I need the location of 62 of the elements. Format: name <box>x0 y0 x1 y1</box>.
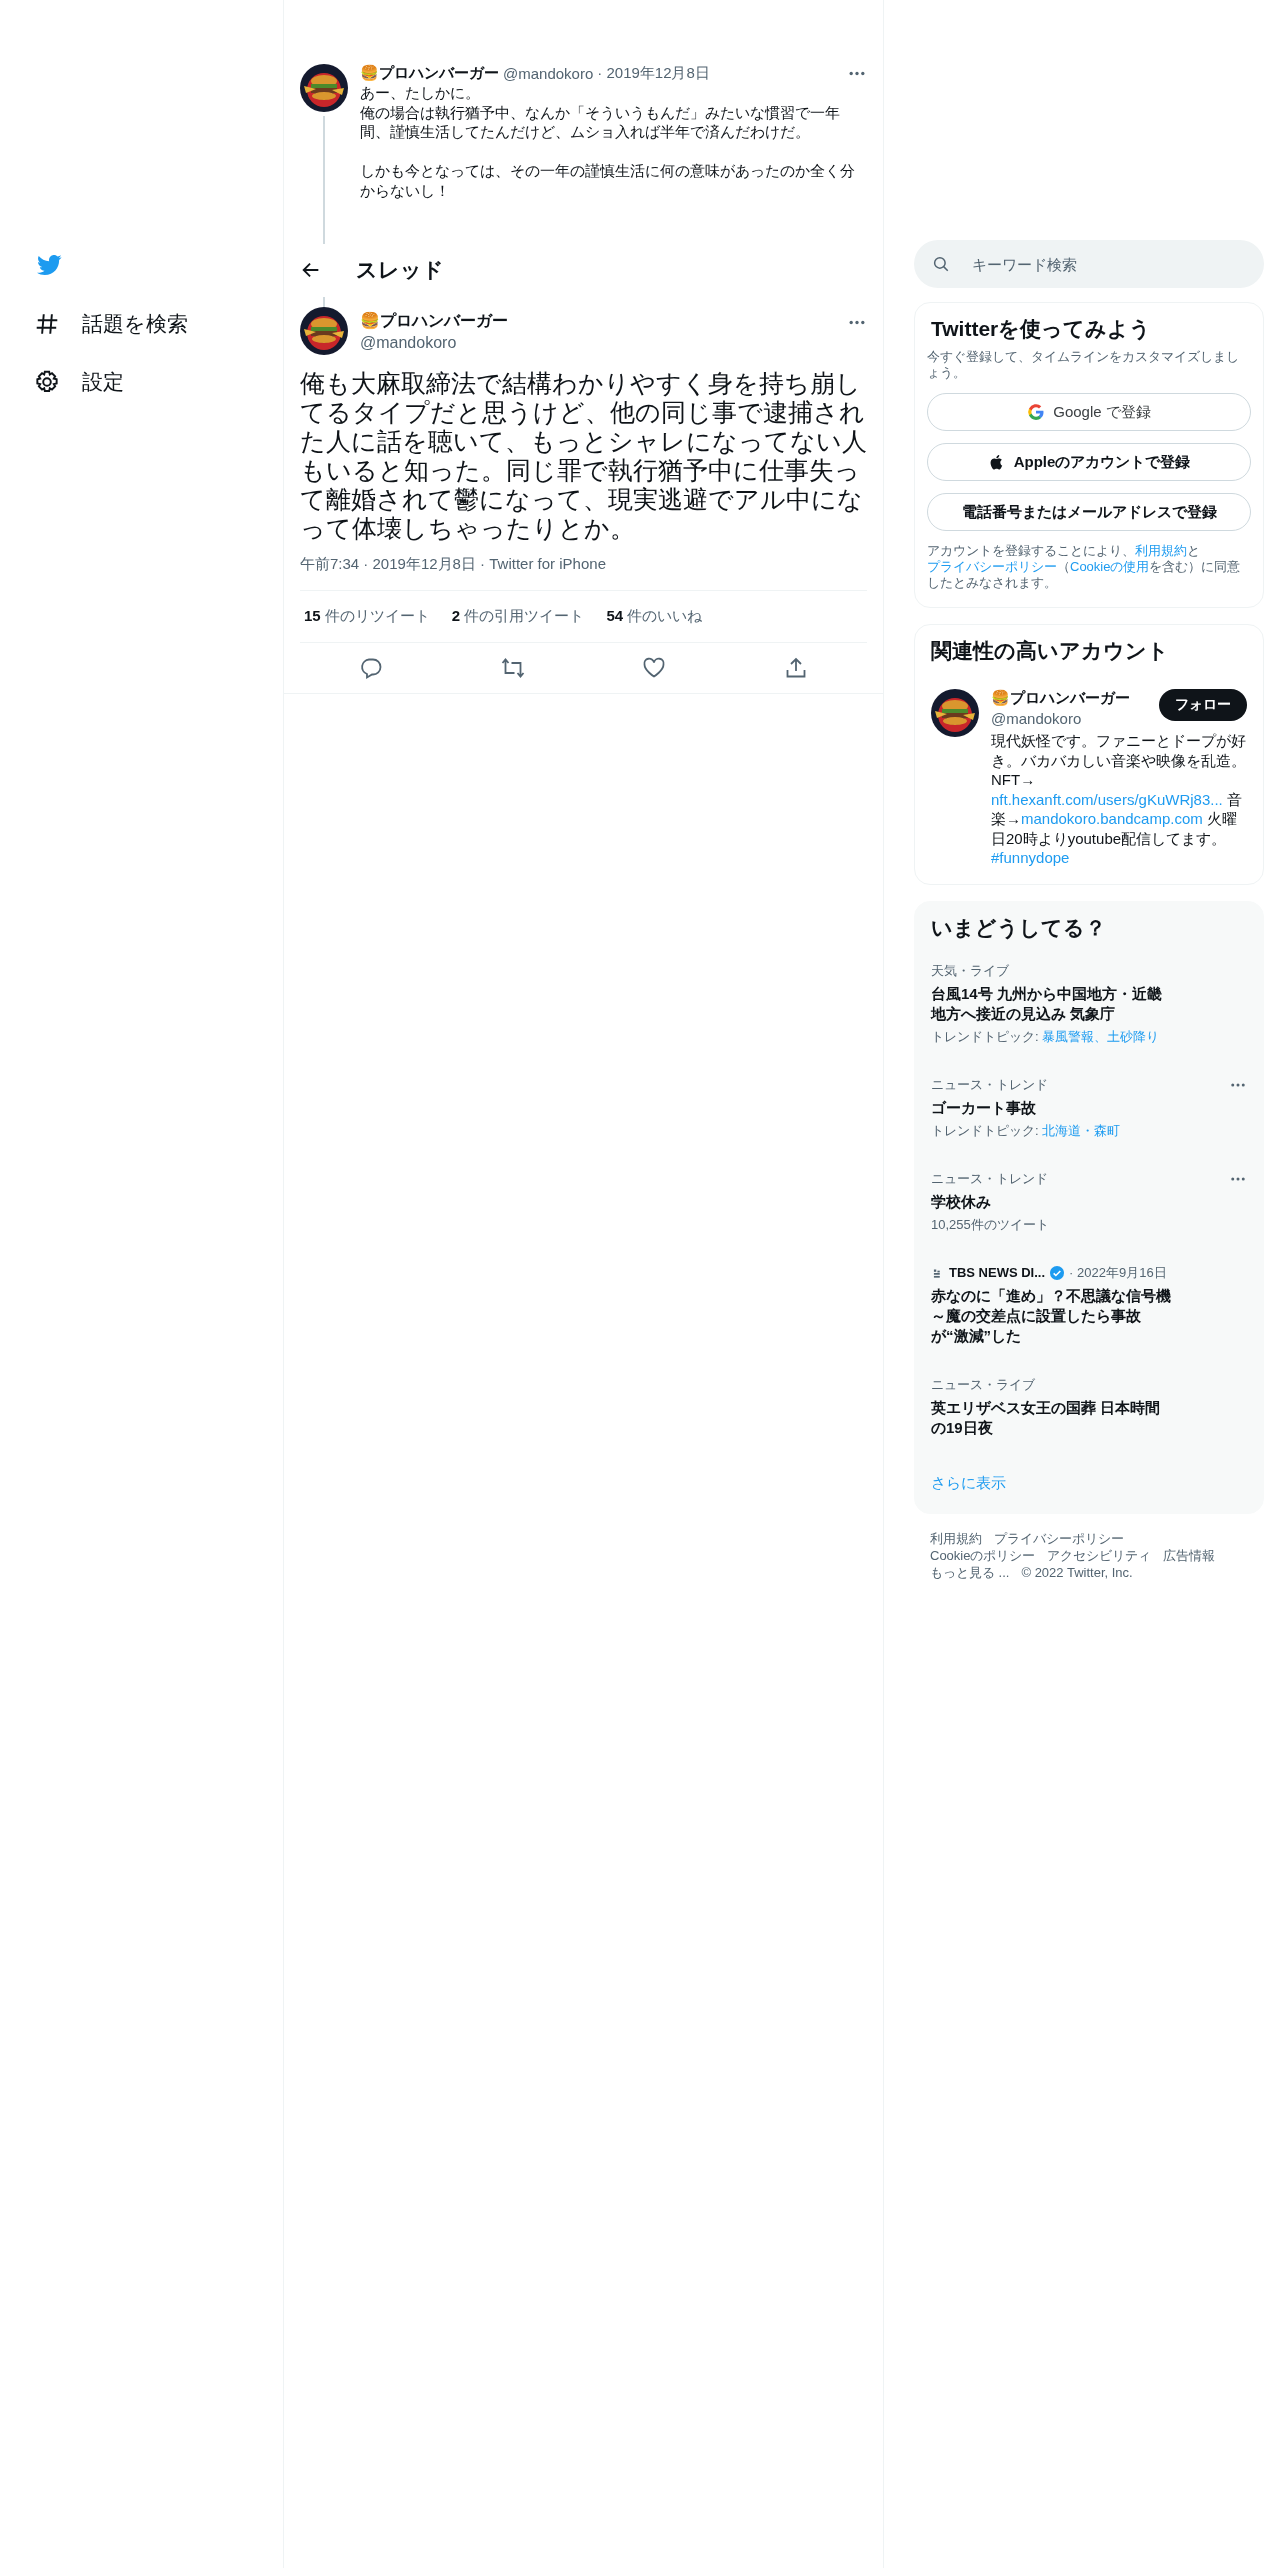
trend-title[interactable]: 学校休み <box>931 1191 1171 1212</box>
footer-link[interactable]: もっと見る ... <box>930 1563 1010 1581</box>
like-button[interactable] <box>642 655 667 680</box>
nav-item[interactable]: 設定 <box>34 364 124 400</box>
card-title: 関連性の高いアカウント <box>931 638 1170 664</box>
more-icon[interactable] <box>1229 1081 1247 1088</box>
trend-context: 天気・ライブ <box>931 961 1009 980</box>
more-icon[interactable] <box>1229 1175 1247 1182</box>
page-title: スレッド <box>356 257 444 283</box>
account-handle[interactable]: @mandokoro <box>991 710 1130 727</box>
card-title: いまどうしてる？ <box>931 914 1107 942</box>
card-subtitle: 今すぐ登録して、タイムラインをカスタマイズしましょう。 <box>927 349 1240 381</box>
heart-icon <box>642 655 667 680</box>
author-name[interactable]: 🍔プロハンバーガー <box>360 64 499 83</box>
author-handle[interactable]: @mandokoro <box>503 65 594 82</box>
trend-title[interactable]: 英エリザベス女王の国葬 日本時間の19日夜 <box>931 1397 1171 1438</box>
trend-title[interactable]: 台風14号 九州から中国地方・近畿地方へ接近の見込み 気象庁 <box>931 983 1171 1024</box>
settings-icon <box>34 369 60 395</box>
stat-link[interactable]: 54 件のいいね <box>606 606 703 626</box>
retweet-icon <box>500 655 525 680</box>
more-icon[interactable] <box>847 318 867 326</box>
nav-item[interactable]: 話題を検索 <box>34 306 188 342</box>
footer-link[interactable]: 広告情報 <box>1163 1546 1216 1564</box>
signup-button[interactable]: 電話番号またはメールアドレスで登録 <box>927 493 1251 531</box>
tweet-meta: 午前7:34 · 2019年12月8日 · Twitter for iPhone <box>300 554 606 572</box>
trend-topics: トレンドトピック: 暴風警報、土砂降り <box>931 1027 1161 1046</box>
tweet-text: 俺の場合は執行猶予中、なんか「そういうもんだ」みたいな慣習で一年間、謹慎生活してたんだけど、ムショ入れば半年で済んだわけだ。 <box>360 102 841 142</box>
legal-text: アカウントを登録することにより、利用規約 と プライバシーポリシー（Cookieの使用を含む）に同意したとみなされます。 <box>927 543 1242 591</box>
more-icon[interactable] <box>847 70 867 77</box>
retweet-button[interactable] <box>500 655 525 680</box>
account-bio: 現代妖怪です。ファニーとドープが好き。バカバカしい音楽や映像を乱造。NFT→ nft.hexanft.com/users/gKuWRj83... 音楽→mandokoro.bandcamp.com 火曜日20時よりyoutube配信してます。 #funnydope <box>991 731 1247 868</box>
footer-link[interactable]: Cookieのポリシー <box>930 1546 1036 1564</box>
author-name[interactable]: 🍔プロハンバーガー <box>360 310 508 332</box>
signup-button[interactable]: Google で登録 <box>927 393 1251 431</box>
trend-context: ニュース・トレンド <box>931 1075 1048 1094</box>
news-source: TBS NEWS DI... <box>949 1265 1046 1280</box>
footer-link[interactable]: プライバシーポリシー <box>994 1529 1124 1547</box>
trend-topics: トレンドトピック: 北海道・森町 <box>931 1121 1122 1140</box>
trend-title[interactable]: ゴーカート事故 <box>931 1097 1171 1118</box>
tweet-text: あー、たしかに。 <box>360 83 481 103</box>
news-date: · 2022年9月16日 <box>1069 1263 1167 1282</box>
trend-context: ニュース・トレンド <box>931 1169 1048 1188</box>
tweet-text: 俺も大麻取締法で結構わかりやすく身を持ち崩してるタイプだと思うけど、他の同じ事で逮捕された人に話を聴いて、もっとシャレになってない人もいると知った。同じ罪で執行猶予中に仕事失って離婚されて鬱になって、現実逃避でアル中になって体壊しちゃったりとか。 <box>300 368 867 543</box>
stat-link[interactable]: 2 件の引用ツイート <box>451 606 585 626</box>
tweet-count: 10,255件のツイート <box>931 1215 1050 1234</box>
stat-link[interactable]: 15 件のリツイート <box>304 606 430 626</box>
footer-link[interactable]: アクセシビリティ <box>1047 1546 1152 1564</box>
search-icon <box>932 255 950 273</box>
author-handle[interactable]: @mandokoro <box>360 333 508 352</box>
account-name[interactable]: 🍔プロハンバーガー <box>991 689 1130 708</box>
search-field[interactable]: キーワード検索 <box>914 240 1264 288</box>
tweet-date[interactable]: · 2019年12月8日 <box>597 64 710 83</box>
hashtag-icon <box>34 311 60 337</box>
card-title: Twitterを使ってみよう <box>931 316 1153 343</box>
signup-button[interactable]: Appleのアカウントで登録 <box>927 443 1251 481</box>
google-logo-icon <box>1027 403 1046 421</box>
tweet-text: しかも今となっては、その一年の謹慎生活に何の意味があったのか全く分からないし！ <box>360 161 856 200</box>
follow-button[interactable]: フォロー <box>1159 689 1247 721</box>
trend-context: ニュース・ライブ <box>931 1375 1035 1394</box>
footer-link[interactable]: 利用規約 <box>930 1529 982 1547</box>
trend-title[interactable]: 赤なのに「進め」？不思議な信号機～魔の交差点に設置したら事故が“激減”した <box>931 1285 1171 1346</box>
copyright: © 2022 Twitter, Inc. <box>1021 1563 1133 1581</box>
